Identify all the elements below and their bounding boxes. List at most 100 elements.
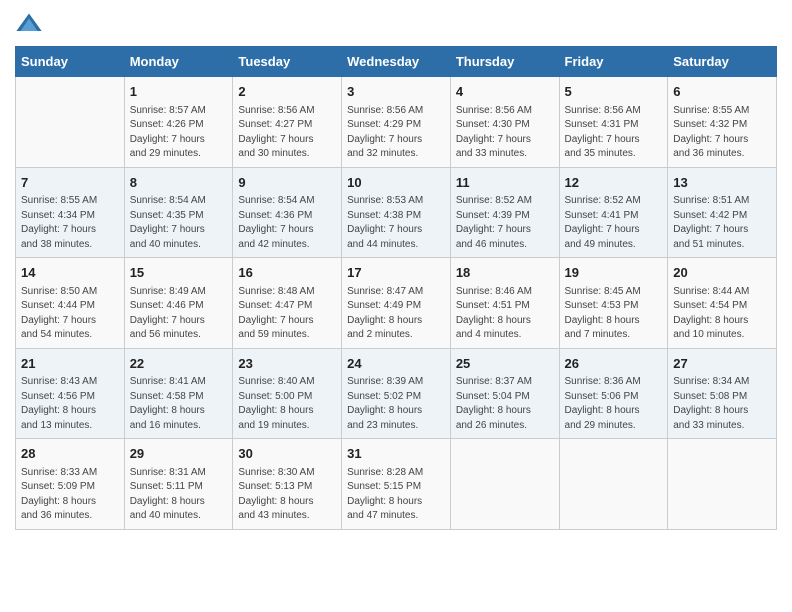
day-number: 9 [238,173,336,193]
day-number: 22 [130,354,228,374]
day-number: 17 [347,263,445,283]
calendar-cell [668,439,777,530]
day-number: 19 [565,263,663,283]
calendar-cell [559,439,668,530]
day-info: Sunrise: 8:56 AMSunset: 4:29 PMDaylight:… [347,104,445,162]
col-header-tuesday: Tuesday [233,47,342,77]
calendar-cell: 3Sunrise: 8:56 AMSunset: 4:29 PMDaylight… [342,77,451,168]
day-info: Sunrise: 8:41 AMSunset: 4:58 PMDaylight:… [130,375,228,433]
calendar-cell: 13Sunrise: 8:51 AMSunset: 4:42 PMDayligh… [668,167,777,258]
day-info: Sunrise: 8:55 AMSunset: 4:34 PMDaylight:… [21,194,119,252]
col-header-wednesday: Wednesday [342,47,451,77]
day-number: 30 [238,444,336,464]
calendar-cell: 31Sunrise: 8:28 AMSunset: 5:15 PMDayligh… [342,439,451,530]
day-info: Sunrise: 8:40 AMSunset: 5:00 PMDaylight:… [238,375,336,433]
day-info: Sunrise: 8:52 AMSunset: 4:41 PMDaylight:… [565,194,663,252]
day-info: Sunrise: 8:30 AMSunset: 5:13 PMDaylight:… [238,466,336,524]
logo [15,10,47,38]
calendar-cell: 25Sunrise: 8:37 AMSunset: 5:04 PMDayligh… [450,348,559,439]
day-number: 23 [238,354,336,374]
day-info: Sunrise: 8:50 AMSunset: 4:44 PMDaylight:… [21,285,119,343]
day-info: Sunrise: 8:56 AMSunset: 4:31 PMDaylight:… [565,104,663,162]
day-number: 13 [673,173,771,193]
day-info: Sunrise: 8:28 AMSunset: 5:15 PMDaylight:… [347,466,445,524]
day-number: 21 [21,354,119,374]
day-info: Sunrise: 8:47 AMSunset: 4:49 PMDaylight:… [347,285,445,343]
day-info: Sunrise: 8:52 AMSunset: 4:39 PMDaylight:… [456,194,554,252]
day-number: 8 [130,173,228,193]
day-info: Sunrise: 8:37 AMSunset: 5:04 PMDaylight:… [456,375,554,433]
day-number: 18 [456,263,554,283]
calendar-cell: 21Sunrise: 8:43 AMSunset: 4:56 PMDayligh… [16,348,125,439]
day-info: Sunrise: 8:49 AMSunset: 4:46 PMDaylight:… [130,285,228,343]
col-header-monday: Monday [124,47,233,77]
calendar-cell: 18Sunrise: 8:46 AMSunset: 4:51 PMDayligh… [450,258,559,349]
calendar-cell: 12Sunrise: 8:52 AMSunset: 4:41 PMDayligh… [559,167,668,258]
day-info: Sunrise: 8:57 AMSunset: 4:26 PMDaylight:… [130,104,228,162]
week-row-2: 7Sunrise: 8:55 AMSunset: 4:34 PMDaylight… [16,167,777,258]
calendar-cell: 24Sunrise: 8:39 AMSunset: 5:02 PMDayligh… [342,348,451,439]
day-number: 10 [347,173,445,193]
calendar-cell: 9Sunrise: 8:54 AMSunset: 4:36 PMDaylight… [233,167,342,258]
calendar-cell: 5Sunrise: 8:56 AMSunset: 4:31 PMDaylight… [559,77,668,168]
day-info: Sunrise: 8:56 AMSunset: 4:30 PMDaylight:… [456,104,554,162]
calendar-cell: 20Sunrise: 8:44 AMSunset: 4:54 PMDayligh… [668,258,777,349]
day-number: 31 [347,444,445,464]
col-header-friday: Friday [559,47,668,77]
day-number: 5 [565,82,663,102]
day-info: Sunrise: 8:46 AMSunset: 4:51 PMDaylight:… [456,285,554,343]
page-header [15,10,777,38]
week-row-3: 14Sunrise: 8:50 AMSunset: 4:44 PMDayligh… [16,258,777,349]
day-number: 24 [347,354,445,374]
calendar-cell: 14Sunrise: 8:50 AMSunset: 4:44 PMDayligh… [16,258,125,349]
col-header-thursday: Thursday [450,47,559,77]
day-info: Sunrise: 8:54 AMSunset: 4:36 PMDaylight:… [238,194,336,252]
day-info: Sunrise: 8:34 AMSunset: 5:08 PMDaylight:… [673,375,771,433]
calendar-cell: 27Sunrise: 8:34 AMSunset: 5:08 PMDayligh… [668,348,777,439]
day-info: Sunrise: 8:55 AMSunset: 4:32 PMDaylight:… [673,104,771,162]
day-number: 11 [456,173,554,193]
logo-icon [15,10,43,38]
day-number: 14 [21,263,119,283]
day-number: 7 [21,173,119,193]
week-row-4: 21Sunrise: 8:43 AMSunset: 4:56 PMDayligh… [16,348,777,439]
day-number: 1 [130,82,228,102]
calendar-cell: 22Sunrise: 8:41 AMSunset: 4:58 PMDayligh… [124,348,233,439]
day-info: Sunrise: 8:56 AMSunset: 4:27 PMDaylight:… [238,104,336,162]
day-info: Sunrise: 8:31 AMSunset: 5:11 PMDaylight:… [130,466,228,524]
day-number: 29 [130,444,228,464]
day-number: 20 [673,263,771,283]
calendar-cell: 19Sunrise: 8:45 AMSunset: 4:53 PMDayligh… [559,258,668,349]
week-row-1: 1Sunrise: 8:57 AMSunset: 4:26 PMDaylight… [16,77,777,168]
calendar-cell: 1Sunrise: 8:57 AMSunset: 4:26 PMDaylight… [124,77,233,168]
day-number: 2 [238,82,336,102]
calendar-cell: 30Sunrise: 8:30 AMSunset: 5:13 PMDayligh… [233,439,342,530]
calendar-cell [450,439,559,530]
day-info: Sunrise: 8:43 AMSunset: 4:56 PMDaylight:… [21,375,119,433]
calendar-cell: 8Sunrise: 8:54 AMSunset: 4:35 PMDaylight… [124,167,233,258]
week-row-5: 28Sunrise: 8:33 AMSunset: 5:09 PMDayligh… [16,439,777,530]
day-number: 26 [565,354,663,374]
day-number: 16 [238,263,336,283]
day-number: 3 [347,82,445,102]
calendar-cell: 11Sunrise: 8:52 AMSunset: 4:39 PMDayligh… [450,167,559,258]
calendar-cell: 16Sunrise: 8:48 AMSunset: 4:47 PMDayligh… [233,258,342,349]
day-number: 28 [21,444,119,464]
day-number: 27 [673,354,771,374]
calendar-cell: 29Sunrise: 8:31 AMSunset: 5:11 PMDayligh… [124,439,233,530]
day-number: 25 [456,354,554,374]
day-info: Sunrise: 8:48 AMSunset: 4:47 PMDaylight:… [238,285,336,343]
day-number: 4 [456,82,554,102]
day-info: Sunrise: 8:39 AMSunset: 5:02 PMDaylight:… [347,375,445,433]
day-info: Sunrise: 8:51 AMSunset: 4:42 PMDaylight:… [673,194,771,252]
day-number: 12 [565,173,663,193]
day-info: Sunrise: 8:36 AMSunset: 5:06 PMDaylight:… [565,375,663,433]
day-number: 6 [673,82,771,102]
calendar-cell: 28Sunrise: 8:33 AMSunset: 5:09 PMDayligh… [16,439,125,530]
calendar-cell: 2Sunrise: 8:56 AMSunset: 4:27 PMDaylight… [233,77,342,168]
calendar-cell: 6Sunrise: 8:55 AMSunset: 4:32 PMDaylight… [668,77,777,168]
col-header-sunday: Sunday [16,47,125,77]
day-info: Sunrise: 8:53 AMSunset: 4:38 PMDaylight:… [347,194,445,252]
col-header-saturday: Saturday [668,47,777,77]
calendar-cell: 4Sunrise: 8:56 AMSunset: 4:30 PMDaylight… [450,77,559,168]
